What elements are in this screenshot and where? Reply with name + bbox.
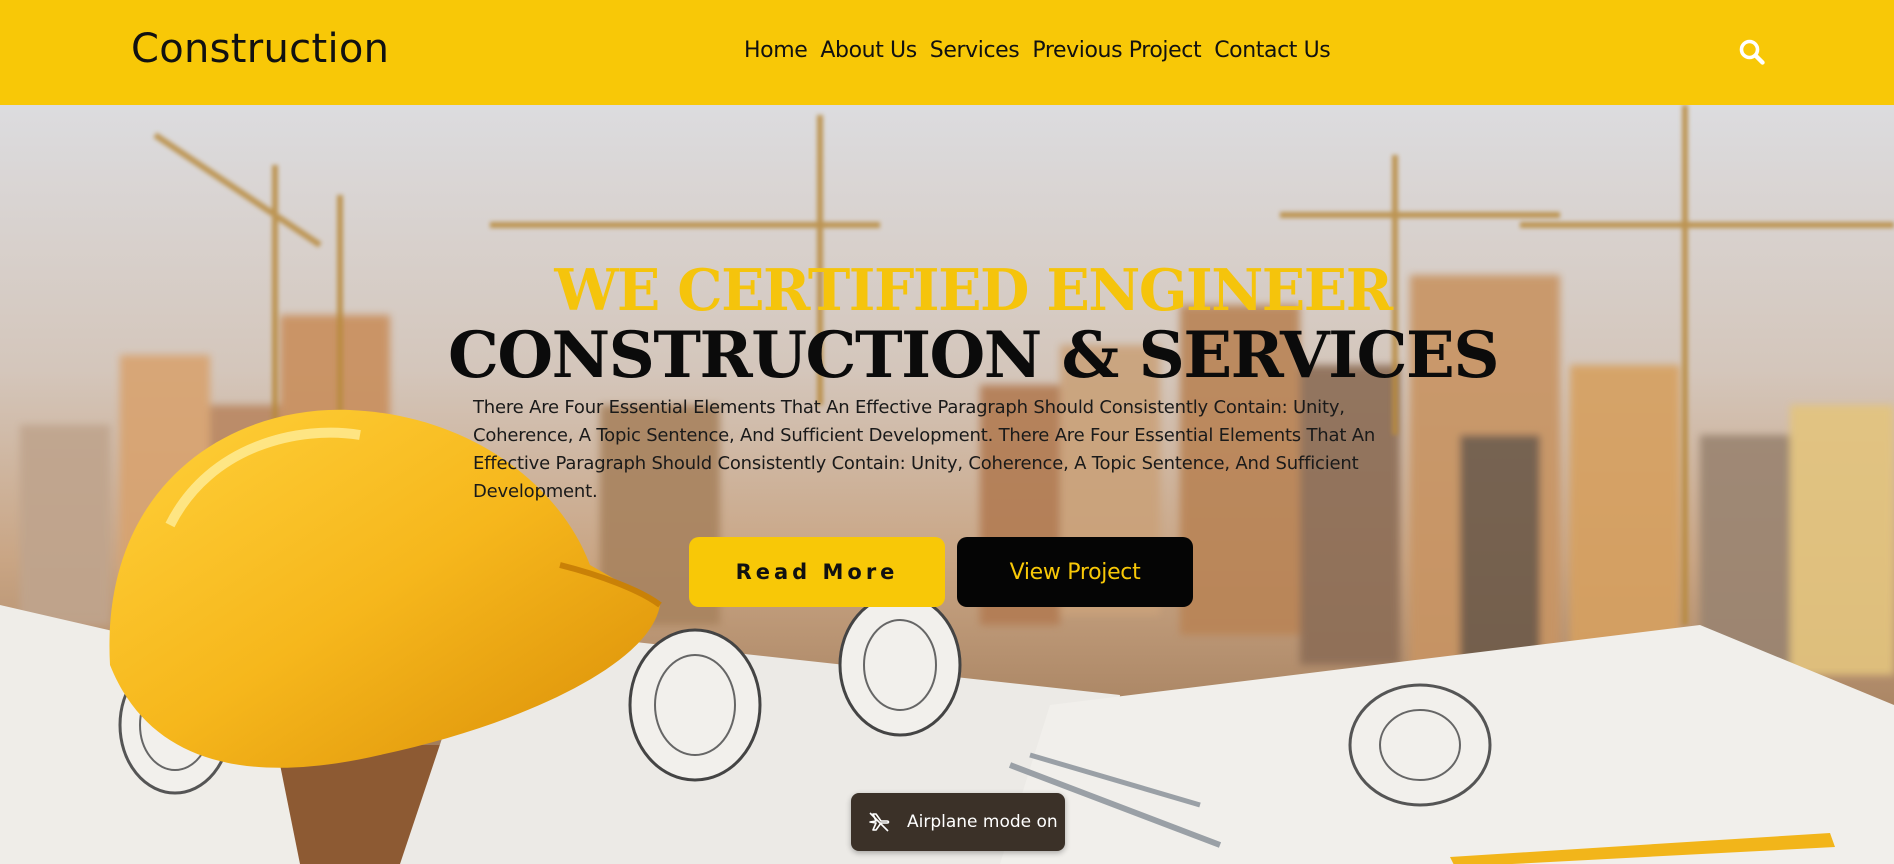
nav-item-contact-us[interactable]: Contact Us — [1214, 38, 1331, 63]
nav-item-about-us[interactable]: About Us — [820, 38, 917, 63]
search-icon[interactable] — [1738, 38, 1766, 66]
read-more-button[interactable]: Read More — [689, 537, 945, 607]
main-nav: Home About Us Services Previous Project … — [744, 38, 1331, 63]
hero-paragraph: There Are Four Essential Elements That A… — [473, 397, 1376, 502]
site-logo[interactable]: Construction — [131, 26, 389, 72]
site-header: Construction Home About Us Services Prev… — [0, 0, 1894, 105]
airplane-mode-toast: Airplane mode on — [851, 793, 1065, 851]
hero-headline-top: WE CERTIFIED ENGINEER — [554, 257, 1393, 324]
airplane-icon — [867, 810, 891, 834]
view-project-button[interactable]: View Project — [957, 537, 1193, 607]
toast-text: Airplane mode on — [907, 812, 1058, 832]
nav-item-services[interactable]: Services — [930, 38, 1020, 63]
nav-item-home[interactable]: Home — [744, 38, 808, 63]
hero-headline-bottom: CONSTRUCTION & SERVICES — [447, 318, 1500, 393]
nav-item-previous-project[interactable]: Previous Project — [1032, 38, 1201, 63]
